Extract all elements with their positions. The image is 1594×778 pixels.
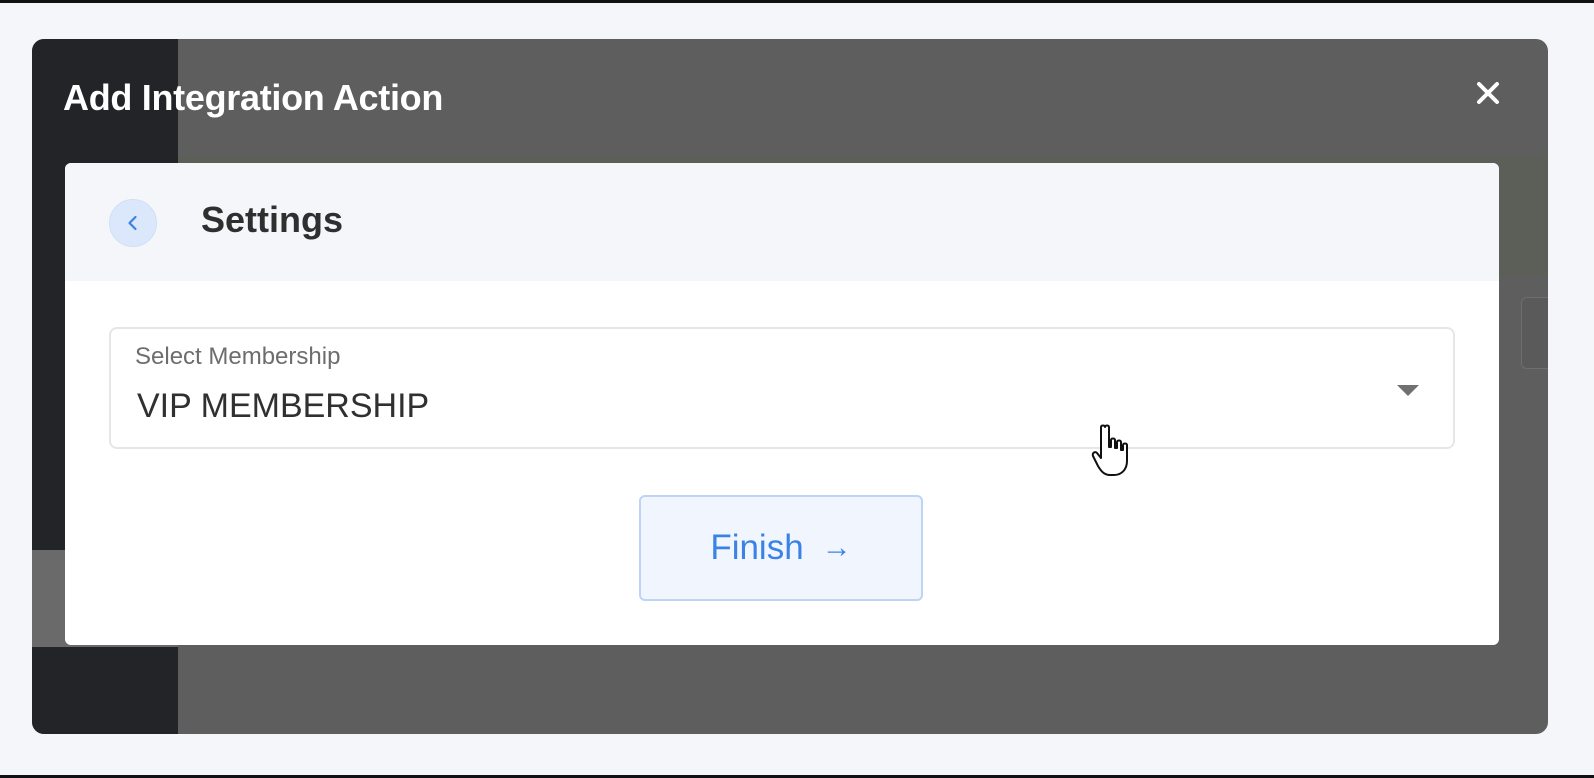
- hand-pointer-cursor-icon: [1091, 424, 1128, 476]
- modal-title: Add Integration Action: [63, 77, 444, 118]
- membership-select-label: Select Membership: [135, 343, 341, 370]
- settings-header: Settings: [65, 163, 1499, 281]
- window-top-border: [0, 0, 1594, 3]
- chevron-left-icon: [128, 215, 137, 231]
- background-side-tab: [1521, 297, 1548, 369]
- settings-title: Settings: [201, 199, 344, 240]
- settings-card: Settings Select Membership VIP MEMBERSHI…: [65, 163, 1499, 645]
- close-icon: [1477, 82, 1499, 104]
- close-button[interactable]: [1470, 75, 1506, 111]
- arrow-right-icon: →: [821, 531, 852, 564]
- finish-button[interactable]: Finish →: [639, 495, 923, 601]
- membership-select-value: VIP MEMBERSHIP: [137, 387, 430, 425]
- finish-button-label: Finish: [710, 528, 804, 567]
- back-button[interactable]: [109, 199, 157, 247]
- membership-select[interactable]: Select Membership VIP MEMBERSHIP: [109, 327, 1455, 449]
- caret-down-icon: [1397, 385, 1419, 396]
- add-integration-action-modal: Add Integration Action Settings Select M…: [32, 39, 1548, 734]
